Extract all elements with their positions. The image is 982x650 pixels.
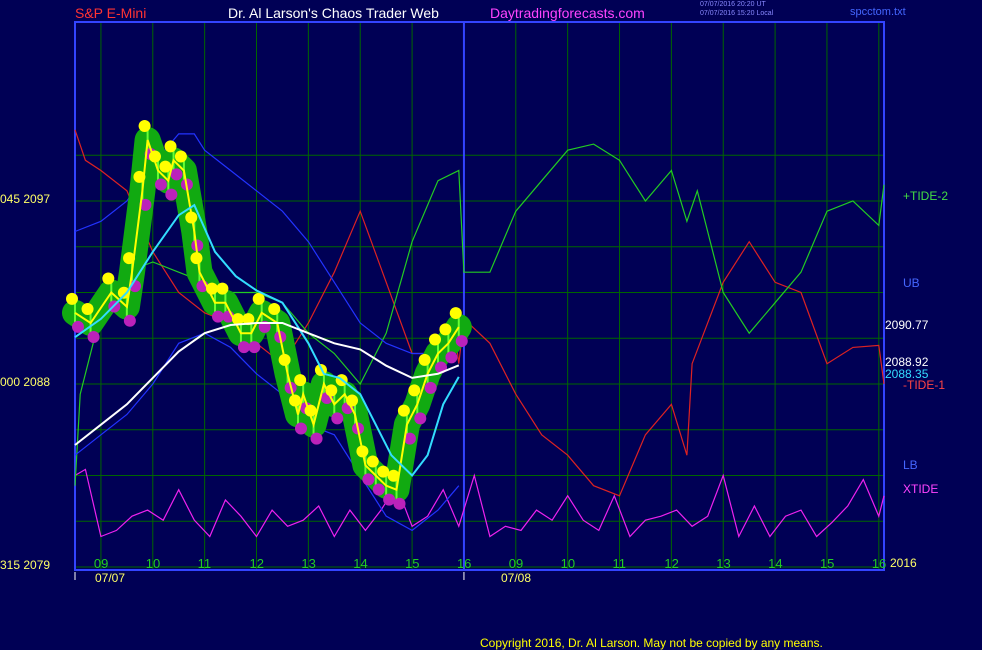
price-low-dot <box>455 335 468 348</box>
xtide-label: XTIDE <box>903 482 939 496</box>
y-tick-top: 045 2097 <box>0 192 51 206</box>
price-high-dot <box>439 323 452 336</box>
price-low-dot <box>310 432 323 445</box>
tide2-label: +TIDE-2 <box>903 189 949 203</box>
price-high-dot <box>66 292 78 305</box>
y-tick-mid: 000 2088 <box>0 375 51 389</box>
x-tick-label: 09 <box>509 556 523 571</box>
x-tick-label: 11 <box>613 556 627 571</box>
price-high-dot <box>81 303 94 315</box>
price-high-dot <box>408 384 421 397</box>
plot-border <box>74 21 885 571</box>
x-tick-label: 10 <box>146 556 160 571</box>
x-tick-label: 16 <box>457 556 471 571</box>
price-high-dot <box>366 455 379 468</box>
price-low-dot <box>383 493 396 506</box>
chart-canvas: 09 10 11 12 13 14 15 16 09 10 11 12 13 14 15 16 <box>62 21 886 580</box>
price-low-dot <box>154 178 167 191</box>
price-low-dot <box>212 310 225 323</box>
x-tick-label: 10 <box>561 556 575 571</box>
y-tick-bottom: 315 2079 <box>0 558 51 572</box>
price-high-dot <box>449 307 462 320</box>
price-low-dot <box>331 412 344 425</box>
symbol-label: S&P E-Mini <box>75 5 147 21</box>
price-high-dot <box>377 465 390 478</box>
price-high-dot <box>102 272 115 285</box>
timestamp-local: 07/07/2016 15:20 Local <box>700 10 774 17</box>
price-low-dot <box>248 341 261 354</box>
price-glow <box>62 127 472 503</box>
tide1-label: -TIDE-1 <box>903 378 945 392</box>
price-low-dot <box>362 473 375 486</box>
x-tick-label: 15 <box>405 556 419 571</box>
price-low-dot <box>294 422 307 435</box>
price-high-dot <box>294 374 307 387</box>
lb-label: LB <box>903 458 918 472</box>
xtide-line <box>74 468 885 539</box>
price-low-dot <box>170 168 183 181</box>
date-label-1: 07/07 <box>95 571 126 585</box>
price-high-dot <box>418 353 431 366</box>
date-label-2: 07/08 <box>501 571 532 585</box>
price-high-dot <box>429 333 442 346</box>
price-high-dot <box>174 150 187 163</box>
x-tick-label: 16 <box>872 556 886 571</box>
x-tick-label: 12 <box>250 556 264 571</box>
chart-title: Dr. Al Larson's Chaos Trader Web <box>228 5 439 21</box>
price-last-label: 2090.77 <box>885 318 929 332</box>
price-high-dot <box>252 292 265 305</box>
price-low-dot <box>414 412 427 425</box>
site-link[interactable]: Daytradingforecasts.com <box>490 5 645 21</box>
price-high-dot <box>138 120 151 132</box>
timestamp-ut: 07/07/2016 20:20 UT <box>700 1 766 8</box>
x-tick-label: 13 <box>716 556 730 571</box>
price-low-dot <box>87 331 100 343</box>
x-tick-label: 11 <box>198 556 212 571</box>
ub-label: UB <box>903 276 920 290</box>
price-low-dot <box>393 497 406 510</box>
price-high-dot <box>216 282 229 295</box>
file-name: spcctom.txt <box>850 6 906 18</box>
price-low-dot <box>123 314 136 327</box>
price-low-dot <box>445 351 458 364</box>
price-high-dot <box>397 404 410 417</box>
price-low-dot <box>424 381 437 394</box>
x-tick-label: 14 <box>353 556 367 571</box>
price-low-dot <box>372 483 385 496</box>
x-tick-label: 13 <box>301 556 315 571</box>
price-high-dot <box>268 303 281 315</box>
x-tick-label: 12 <box>664 556 678 571</box>
price-low-dot <box>237 341 250 354</box>
x-tick-label: 09 <box>94 556 108 571</box>
x-tick-label: 15 <box>820 556 834 571</box>
copyright: Copyright 2016, Dr. Al Larson. May not b… <box>480 636 823 650</box>
year-label: 2016 <box>890 556 917 570</box>
price-low-dot <box>165 188 178 201</box>
price-high-dot <box>159 160 172 173</box>
x-tick-label: 14 <box>768 556 782 571</box>
price-high-dot <box>164 140 177 153</box>
